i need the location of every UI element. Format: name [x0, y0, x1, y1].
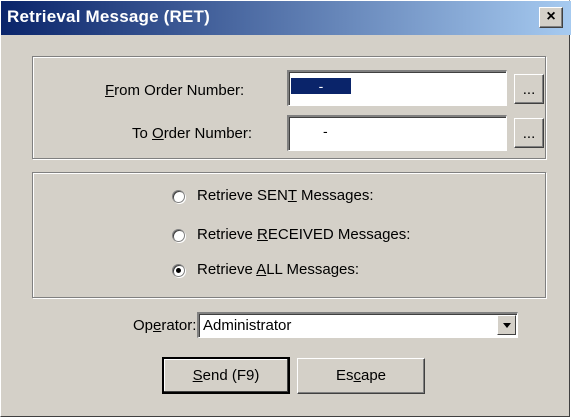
- send-button[interactable]: Send (F9): [162, 357, 290, 394]
- operator-select[interactable]: Administrator: [197, 312, 518, 338]
- from-order-browse-button[interactable]: ...: [514, 74, 544, 104]
- radio-sent-label: Retrieve SENT Messages:: [197, 187, 374, 204]
- radio-all-label: Retrieve ALL Messages:: [197, 261, 360, 278]
- radio-received[interactable]: [172, 229, 185, 242]
- from-order-field[interactable]: -: [287, 70, 507, 106]
- title-bar[interactable]: Retrieval Message (RET) ×: [1, 1, 571, 35]
- operator-dropdown-button[interactable]: [497, 315, 516, 335]
- from-order-value: -: [291, 78, 351, 94]
- browse-label: ...: [522, 81, 536, 98]
- operator-label: Operator:: [133, 317, 197, 334]
- retrieve-options-group: Retrieve SENT Messages: Retrieve RECEIVE…: [32, 172, 546, 298]
- send-button-label: Send (F9): [192, 367, 260, 384]
- from-order-label: From Order Number:: [105, 82, 245, 99]
- close-button[interactable]: ×: [539, 7, 563, 28]
- radio-option-received[interactable]: Retrieve RECEIVED Messages:: [171, 226, 471, 246]
- browse-label: ...: [522, 125, 536, 142]
- escape-button-label: Escape: [335, 367, 387, 384]
- chevron-down-icon: [503, 323, 511, 328]
- dialog-window: Retrieval Message (RET) × From Order Num…: [0, 0, 571, 417]
- to-order-value: -: [323, 123, 328, 139]
- radio-option-sent[interactable]: Retrieve SENT Messages:: [171, 187, 471, 207]
- operator-value: Administrator: [203, 317, 292, 334]
- radio-sent[interactable]: [172, 190, 185, 203]
- radio-option-all[interactable]: Retrieve ALL Messages:: [171, 261, 471, 281]
- to-order-field[interactable]: -: [287, 115, 507, 151]
- radio-all[interactable]: [172, 264, 185, 277]
- order-range-group: From Order Number: - ... To Order Number…: [32, 56, 546, 159]
- radio-received-label: Retrieve RECEIVED Messages:: [197, 226, 411, 243]
- radio-selected-dot: [176, 268, 181, 273]
- escape-button[interactable]: Escape: [297, 358, 425, 394]
- window-title: Retrieval Message (RET): [7, 7, 211, 26]
- to-order-label: To Order Number:: [132, 125, 253, 142]
- close-icon: ×: [546, 8, 556, 25]
- to-order-browse-button[interactable]: ...: [514, 118, 544, 148]
